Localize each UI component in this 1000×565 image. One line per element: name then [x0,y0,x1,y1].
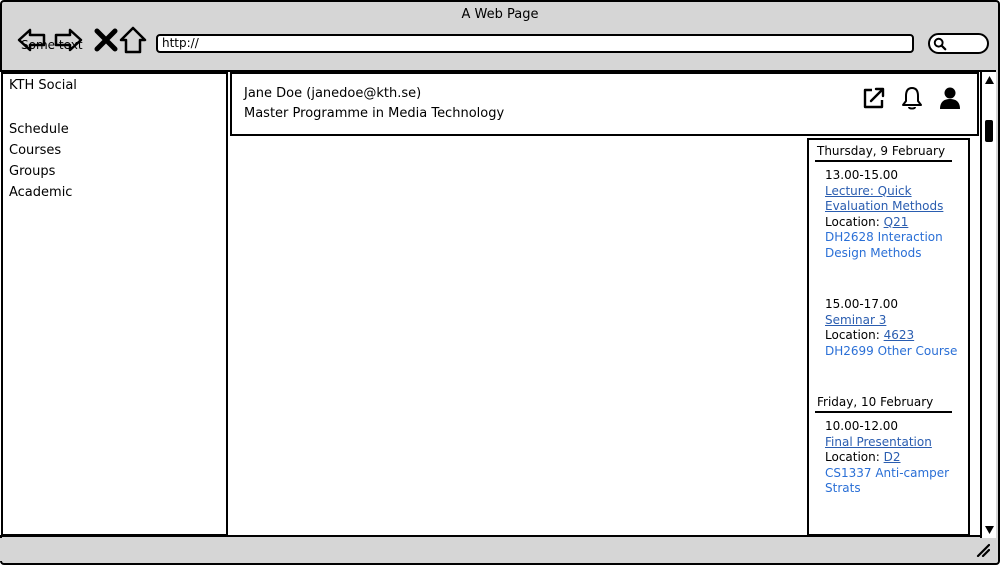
profile-actions [861,85,963,111]
location-link[interactable]: 4623 [884,328,915,342]
brand-title[interactable]: KTH Social [9,78,220,93]
course-name[interactable]: CS1337 Anti-camper Strats [825,466,962,497]
day-header: Thursday, 9 February [815,142,952,162]
event-title-link[interactable]: Final Presentation [825,435,932,449]
scroll-down-icon[interactable] [984,525,995,535]
sidebar-item-academic[interactable]: Academic [9,182,220,203]
sidebar-item-schedule[interactable]: Schedule [9,119,220,140]
location-link[interactable]: D2 [884,450,901,464]
course-name[interactable]: DH2628 Interaction Design Methods [825,230,962,261]
profile-header: Jane Doe (janedoe@kth.se) Master Program… [230,72,979,136]
event-title-link[interactable]: Seminar 3 [825,313,886,327]
course-name[interactable]: DH2699 Other Course [825,344,962,360]
overlay-text: Some text [21,38,83,52]
event-title-link[interactable]: Lecture: Quick Evaluation Methods [825,184,943,214]
user-programme: Master Programme in Media Technology [244,106,505,121]
location-label: Location: [825,328,884,342]
search-icon [933,37,947,51]
search-box[interactable] [928,33,989,54]
event-item: 15.00-17.00 Seminar 3 Location: 4623 DH2… [815,297,962,359]
event-time: 15.00-17.00 [825,297,899,311]
sidebar: KTH Social Schedule Courses Groups Acade… [1,72,228,536]
schedule-panel: Thursday, 9 February 13.00-15.00 Lecture… [807,138,970,536]
event-item: 13.00-15.00 Lecture: Quick Evaluation Me… [815,162,962,261]
scroll-up-icon[interactable] [984,75,995,85]
vertical-scrollbar[interactable] [980,72,996,538]
window-title: A Web Page [461,7,539,22]
home-button[interactable] [117,24,149,56]
event-item: 10.00-12.00 Final Presentation Location:… [815,413,962,497]
day-header: Friday, 10 February [815,393,952,413]
status-bar [0,538,996,561]
url-input[interactable]: http:// [156,34,914,53]
user-name-email: Jane Doe (janedoe@kth.se) [244,86,422,101]
external-link-icon[interactable] [861,85,887,111]
location-label: Location: [825,450,884,464]
sidebar-item-courses[interactable]: Courses [9,140,220,161]
user-icon[interactable] [937,85,963,111]
scroll-thumb[interactable] [985,120,993,142]
event-time: 10.00-12.00 [825,419,899,433]
bell-icon[interactable] [899,85,925,111]
sidebar-item-groups[interactable]: Groups [9,161,220,182]
resize-grip-icon[interactable] [976,543,990,557]
location-link[interactable]: Q21 [884,215,909,229]
location-label: Location: [825,214,884,229]
home-icon [119,26,147,54]
event-time: 13.00-15.00 [825,168,899,182]
